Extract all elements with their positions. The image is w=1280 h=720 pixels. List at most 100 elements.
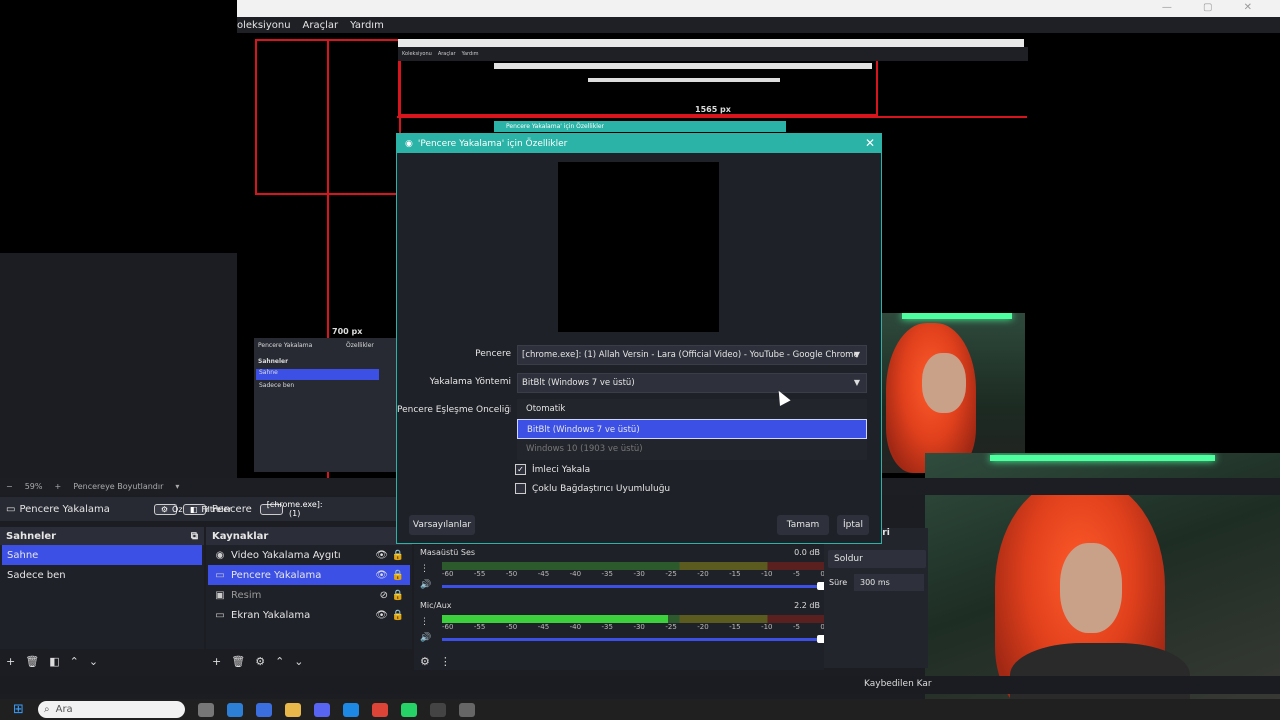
dock-undock-icon[interactable]: ⧉ — [191, 531, 198, 542]
whatsapp-icon[interactable] — [401, 702, 417, 717]
source-item[interactable]: ▭ Pencere Yakalama 👁 🔒 — [208, 565, 410, 585]
menu-item-help[interactable]: Yardım — [350, 20, 384, 31]
window-combo[interactable]: [chrome.exe]: (1) Allah Versin - Lara (O… — [517, 345, 867, 365]
resize-preview-button[interactable]: Pencereye Boyutlandır — [73, 482, 163, 491]
multi-adapter-checkbox[interactable]: Çoklu Bağdaştırıcı Uyumluluğu — [515, 483, 670, 494]
zoom-out-icon[interactable]: − — [6, 482, 13, 491]
nested-menu-bar: Koleksiyonu Araçlar Yardım — [398, 47, 1028, 61]
webcam-face — [1060, 543, 1122, 633]
zoom-in-icon[interactable]: + — [54, 482, 61, 491]
lock-icon[interactable]: 🔒 — [392, 590, 404, 601]
window-select[interactable]: [chrome.exe]: (1) — [259, 500, 323, 518]
menu-bar: oleksiyonu Araçlar Yardım — [237, 17, 1280, 33]
add-icon[interactable]: + — [6, 655, 15, 668]
trash-icon[interactable]: 🗑 — [25, 655, 39, 668]
eye-hidden-icon[interactable]: ⊘ — [380, 590, 388, 601]
monitor-icon: ▭ — [215, 609, 225, 621]
meter-tick-label: -20 — [697, 570, 709, 578]
settings-icon[interactable] — [459, 702, 475, 717]
file-explorer-icon[interactable] — [285, 702, 301, 717]
volume-meter — [442, 615, 825, 623]
chevron-up-icon[interactable]: ⌃ — [275, 655, 284, 668]
zoom-level: 59% — [24, 482, 43, 491]
eye-icon[interactable]: 👁 — [375, 610, 388, 621]
window-controls-icon[interactable]: — ▢ ✕ — [1162, 2, 1266, 13]
duration-input[interactable]: 300 ms — [854, 574, 924, 591]
meter-tick-label: -45 — [537, 623, 550, 631]
menu-item-tools[interactable]: Araçlar — [303, 20, 339, 31]
more-icon[interactable]: ⋮ — [420, 565, 429, 574]
chevron-up-icon[interactable]: ⌃ — [70, 655, 79, 668]
filter-icon[interactable]: ◧ — [49, 655, 59, 668]
track-db: 2.2 dB — [794, 601, 820, 610]
capture-cursor-checkbox[interactable]: ✓ İmleci Yakala — [515, 464, 590, 475]
dropdown-option[interactable]: BitBlt (Windows 7 ve üstü) — [517, 419, 867, 439]
gear-icon[interactable]: ⚙ — [255, 655, 265, 668]
mixer-toolbar: ⚙ ⋮ — [414, 650, 451, 672]
scene-item[interactable]: Sadece ben — [2, 565, 202, 585]
capture-method-label: Yakalama Yöntemi — [429, 377, 511, 387]
gear-icon[interactable]: ⚙ — [420, 655, 430, 668]
filter-icon: ◧ — [189, 504, 198, 514]
windows-start-icon[interactable]: ⊞ — [13, 702, 24, 717]
gear-icon: ⚙ — [160, 504, 169, 514]
capture-method-combo[interactable]: BitBlt (Windows 7 ve üstü) ▼ — [517, 373, 867, 393]
meter-tick-label: -5 — [792, 623, 800, 631]
cancel-button[interactable]: İptal — [837, 515, 869, 535]
nested-titlebar — [588, 78, 780, 82]
lock-icon[interactable]: 🔒 — [392, 550, 404, 561]
transitions-dock — [824, 528, 928, 668]
source-context-bar: ▭ Pencere Yakalama ⚙ Özellikler ◧ Filtre… — [0, 497, 420, 521]
chrome-icon[interactable] — [372, 702, 388, 717]
nested-bounding-box — [398, 52, 878, 116]
edge-icon[interactable] — [256, 702, 272, 717]
taskbar-search[interactable]: ⌕ Ara — [38, 701, 185, 718]
source-item[interactable]: ▭ Ekran Yakalama 👁 🔒 — [208, 605, 410, 625]
eye-icon[interactable]: 👁 — [375, 570, 388, 581]
obs-icon[interactable] — [430, 702, 446, 717]
nested-menu-item: Yardım — [461, 51, 479, 57]
lock-icon[interactable]: 🔒 — [392, 570, 404, 581]
properties-button[interactable]: ⚙ Özellikler — [153, 503, 209, 515]
filters-button[interactable]: ◧ Filtreler — [182, 503, 232, 515]
chevron-down-icon[interactable]: ▾ — [175, 482, 179, 491]
volume-slider[interactable] — [442, 582, 827, 590]
scenes-list: Sahne Sadece ben — [0, 545, 204, 649]
meter-tick-label: -15 — [729, 570, 741, 578]
volume-slider[interactable] — [442, 635, 827, 643]
store-icon[interactable] — [343, 702, 359, 717]
chevron-down-icon[interactable]: ⌄ — [89, 655, 98, 668]
copilot-icon[interactable] — [227, 702, 243, 717]
chevron-down-icon: ▼ — [853, 350, 860, 359]
webcam-small — [882, 313, 1025, 473]
dropdown-option[interactable]: Windows 10 (1903 ve üstü) — [517, 439, 867, 459]
add-icon[interactable]: + — [212, 655, 221, 668]
close-icon[interactable]: ✕ — [865, 136, 875, 150]
trash-icon[interactable]: 🗑 — [231, 655, 245, 668]
menu-item-scene-collection[interactable]: oleksiyonu — [237, 20, 291, 31]
eye-icon[interactable]: 👁 — [375, 550, 388, 561]
meter-tick-label: -55 — [473, 623, 486, 631]
defaults-button[interactable]: Varsayılanlar — [409, 515, 475, 535]
scene-item[interactable]: Sahne — [2, 545, 202, 565]
checkbox-unchecked-icon[interactable] — [515, 483, 526, 494]
checkbox-checked-icon[interactable]: ✓ — [515, 464, 526, 475]
window-label: Pencere — [475, 349, 511, 359]
task-view-icon[interactable] — [198, 702, 214, 717]
image-icon: ▣ — [215, 589, 225, 601]
meter-tick-label: -30 — [633, 623, 645, 631]
speaker-icon[interactable]: 🔊 — [420, 634, 431, 643]
discord-icon[interactable] — [314, 702, 330, 717]
lock-icon[interactable]: 🔒 — [392, 610, 404, 621]
more-icon[interactable]: ⋮ — [440, 655, 451, 668]
ok-button[interactable]: Tamam — [777, 515, 829, 535]
sources-toolbar: + 🗑 ⚙ ⌃ ⌄ — [206, 650, 418, 672]
source-item[interactable]: ▣ Resim ⊘ 🔒 — [208, 585, 410, 605]
speaker-icon[interactable]: 🔊 — [420, 581, 431, 590]
chevron-down-icon[interactable]: ⌄ — [294, 655, 303, 668]
more-icon[interactable]: ⋮ — [420, 618, 429, 627]
lost-frames-label: Kaybedilen Kar — [864, 679, 932, 689]
dropdown-option[interactable]: Otomatik — [517, 399, 867, 419]
transition-select[interactable]: Soldur — [828, 550, 926, 568]
source-item[interactable]: ◉ Video Yakalama Aygıtı 👁 🔒 — [208, 545, 410, 565]
